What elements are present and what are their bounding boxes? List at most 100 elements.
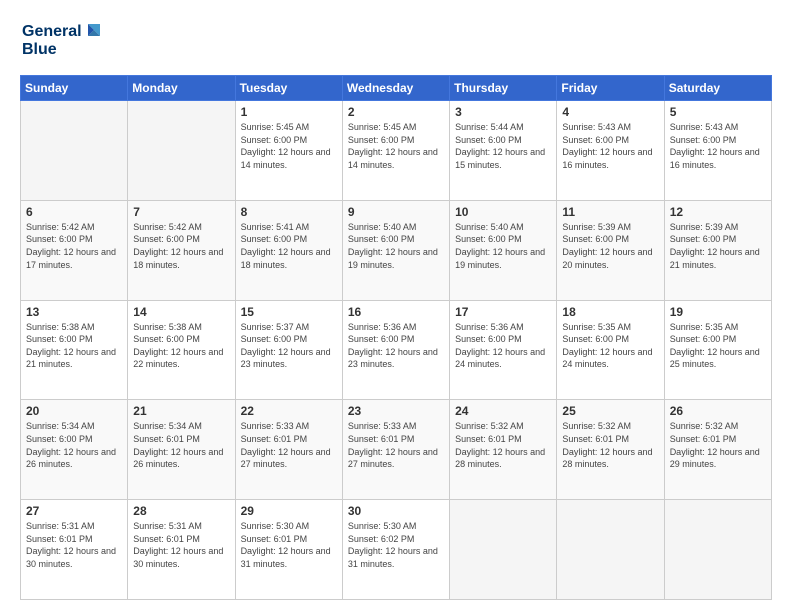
weekday-header-sunday: Sunday bbox=[21, 76, 128, 101]
day-info: Sunrise: 5:44 AM Sunset: 6:00 PM Dayligh… bbox=[455, 121, 551, 171]
day-number: 26 bbox=[670, 404, 766, 418]
calendar-cell: 25 Sunrise: 5:32 AM Sunset: 6:01 PM Dayli… bbox=[557, 400, 664, 500]
day-number: 5 bbox=[670, 105, 766, 119]
calendar-cell: 27 Sunrise: 5:31 AM Sunset: 6:01 PM Dayli… bbox=[21, 500, 128, 600]
day-number: 24 bbox=[455, 404, 551, 418]
day-number: 30 bbox=[348, 504, 444, 518]
calendar-cell: 10Sunrise: 5:40 AM Sunset: 6:00 PM Dayli… bbox=[450, 200, 557, 300]
day-number: 17 bbox=[455, 305, 551, 319]
day-info: Sunrise: 5:42 AM Sunset: 6:00 PM Dayligh… bbox=[26, 221, 122, 271]
calendar-cell: 5 Sunrise: 5:43 AM Sunset: 6:00 PM Daylig… bbox=[664, 101, 771, 201]
calendar-cell: 17 Sunrise: 5:36 AM Sunset: 6:00 PM Dayli… bbox=[450, 300, 557, 400]
weekday-header-thursday: Thursday bbox=[450, 76, 557, 101]
calendar-cell: 30 Sunrise: 5:30 AM Sunset: 6:02 PM Dayli… bbox=[342, 500, 449, 600]
day-number: 23 bbox=[348, 404, 444, 418]
day-info: Sunrise: 5:35 AM Sunset: 6:00 PM Dayligh… bbox=[562, 321, 658, 371]
calendar-cell: 16 Sunrise: 5:36 AM Sunset: 6:00 PM Dayli… bbox=[342, 300, 449, 400]
day-info: Sunrise: 5:31 AM Sunset: 6:01 PM Dayligh… bbox=[133, 520, 229, 570]
day-number: 12 bbox=[670, 205, 766, 219]
calendar-cell: 12Sunrise: 5:39 AM Sunset: 6:00 PM Dayli… bbox=[664, 200, 771, 300]
calendar-week-0: 1 Sunrise: 5:45 AM Sunset: 6:00 PM Daylig… bbox=[21, 101, 772, 201]
day-info: Sunrise: 5:43 AM Sunset: 6:00 PM Dayligh… bbox=[670, 121, 766, 171]
calendar-cell: 7 Sunrise: 5:42 AM Sunset: 6:00 PM Daylig… bbox=[128, 200, 235, 300]
day-number: 15 bbox=[241, 305, 337, 319]
day-info: Sunrise: 5:36 AM Sunset: 6:00 PM Dayligh… bbox=[348, 321, 444, 371]
day-number: 21 bbox=[133, 404, 229, 418]
day-info: Sunrise: 5:41 AM Sunset: 6:00 PM Dayligh… bbox=[241, 221, 337, 271]
calendar-cell: 23 Sunrise: 5:33 AM Sunset: 6:01 PM Dayli… bbox=[342, 400, 449, 500]
weekday-header-monday: Monday bbox=[128, 76, 235, 101]
calendar-cell: 4Sunrise: 5:43 AM Sunset: 6:00 PM Daylig… bbox=[557, 101, 664, 201]
day-info: Sunrise: 5:35 AM Sunset: 6:00 PM Dayligh… bbox=[670, 321, 766, 371]
calendar-table: SundayMondayTuesdayWednesdayThursdayFrid… bbox=[20, 75, 772, 600]
calendar-cell: 1 Sunrise: 5:45 AM Sunset: 6:00 PM Daylig… bbox=[235, 101, 342, 201]
day-info: Sunrise: 5:33 AM Sunset: 6:01 PM Dayligh… bbox=[348, 420, 444, 470]
calendar-cell: 3 Sunrise: 5:44 AM Sunset: 6:00 PM Daylig… bbox=[450, 101, 557, 201]
calendar-cell: 19 Sunrise: 5:35 AM Sunset: 6:00 PM Dayli… bbox=[664, 300, 771, 400]
calendar-cell: 24 Sunrise: 5:32 AM Sunset: 6:01 PM Dayli… bbox=[450, 400, 557, 500]
day-info: Sunrise: 5:45 AM Sunset: 6:00 PM Dayligh… bbox=[241, 121, 337, 171]
calendar-cell: 22 Sunrise: 5:33 AM Sunset: 6:01 PM Dayli… bbox=[235, 400, 342, 500]
calendar-cell: 13Sunrise: 5:38 AM Sunset: 6:00 PM Dayli… bbox=[21, 300, 128, 400]
day-info: Sunrise: 5:39 AM Sunset: 6:00 PM Dayligh… bbox=[562, 221, 658, 271]
calendar-cell: 9 Sunrise: 5:40 AM Sunset: 6:00 PM Daylig… bbox=[342, 200, 449, 300]
logo-icon: General Blue bbox=[20, 16, 110, 60]
day-info: Sunrise: 5:34 AM Sunset: 6:00 PM Dayligh… bbox=[26, 420, 122, 470]
day-number: 3 bbox=[455, 105, 551, 119]
day-info: Sunrise: 5:42 AM Sunset: 6:00 PM Dayligh… bbox=[133, 221, 229, 271]
day-info: Sunrise: 5:32 AM Sunset: 6:01 PM Dayligh… bbox=[670, 420, 766, 470]
calendar-cell: 18Sunrise: 5:35 AM Sunset: 6:00 PM Dayli… bbox=[557, 300, 664, 400]
day-info: Sunrise: 5:32 AM Sunset: 6:01 PM Dayligh… bbox=[562, 420, 658, 470]
day-number: 29 bbox=[241, 504, 337, 518]
calendar-week-4: 27 Sunrise: 5:31 AM Sunset: 6:01 PM Dayli… bbox=[21, 500, 772, 600]
calendar-cell: 15 Sunrise: 5:37 AM Sunset: 6:00 PM Dayli… bbox=[235, 300, 342, 400]
day-number: 16 bbox=[348, 305, 444, 319]
day-number: 19 bbox=[670, 305, 766, 319]
calendar-cell: 20 Sunrise: 5:34 AM Sunset: 6:00 PM Dayli… bbox=[21, 400, 128, 500]
calendar-cell bbox=[450, 500, 557, 600]
calendar-cell: 29Sunrise: 5:30 AM Sunset: 6:01 PM Dayli… bbox=[235, 500, 342, 600]
weekday-header-wednesday: Wednesday bbox=[342, 76, 449, 101]
page: General Blue SundayMondayTuesdayWednesda… bbox=[0, 0, 792, 612]
day-number: 11 bbox=[562, 205, 658, 219]
day-number: 27 bbox=[26, 504, 122, 518]
calendar-week-2: 13 Sunrise: 5:38 AM Sunset: 6:00 PM Dayli… bbox=[21, 300, 772, 400]
day-info: Sunrise: 5:31 AM Sunset: 6:01 PM Dayligh… bbox=[26, 520, 122, 570]
day-number: 6 bbox=[26, 205, 122, 219]
day-number: 10 bbox=[455, 205, 551, 219]
calendar-cell: 21 Sunrise: 5:34 AM Sunset: 6:01 PM Dayli… bbox=[128, 400, 235, 500]
day-number: 2 bbox=[348, 105, 444, 119]
day-number: 13 bbox=[26, 305, 122, 319]
day-number: 9 bbox=[348, 205, 444, 219]
day-info: Sunrise: 5:38 AM Sunset: 6:00 PM Dayligh… bbox=[133, 321, 229, 371]
calendar-cell: 28Sunrise: 5:31 AM Sunset: 6:01 PM Dayli… bbox=[128, 500, 235, 600]
calendar-cell: 26 Sunrise: 5:32 AM Sunset: 6:01 PM Dayli… bbox=[664, 400, 771, 500]
calendar-cell: 14 Sunrise: 5:38 AM Sunset: 6:00 PM Dayli… bbox=[128, 300, 235, 400]
calendar-cell bbox=[128, 101, 235, 201]
weekday-header-saturday: Saturday bbox=[664, 76, 771, 101]
day-info: Sunrise: 5:36 AM Sunset: 6:00 PM Dayligh… bbox=[455, 321, 551, 371]
day-number: 14 bbox=[133, 305, 229, 319]
weekday-header-friday: Friday bbox=[557, 76, 664, 101]
day-number: 7 bbox=[133, 205, 229, 219]
day-info: Sunrise: 5:40 AM Sunset: 6:00 PM Dayligh… bbox=[348, 221, 444, 271]
calendar-week-1: 6 Sunrise: 5:42 AM Sunset: 6:00 PM Daylig… bbox=[21, 200, 772, 300]
day-info: Sunrise: 5:34 AM Sunset: 6:01 PM Dayligh… bbox=[133, 420, 229, 470]
calendar-cell bbox=[21, 101, 128, 201]
day-number: 1 bbox=[241, 105, 337, 119]
header: General Blue bbox=[20, 16, 772, 65]
day-info: Sunrise: 5:32 AM Sunset: 6:01 PM Dayligh… bbox=[455, 420, 551, 470]
calendar-cell bbox=[664, 500, 771, 600]
day-info: Sunrise: 5:37 AM Sunset: 6:00 PM Dayligh… bbox=[241, 321, 337, 371]
logo: General Blue bbox=[20, 16, 110, 65]
day-info: Sunrise: 5:45 AM Sunset: 6:00 PM Dayligh… bbox=[348, 121, 444, 171]
calendar-cell bbox=[557, 500, 664, 600]
weekday-header-tuesday: Tuesday bbox=[235, 76, 342, 101]
day-number: 25 bbox=[562, 404, 658, 418]
day-info: Sunrise: 5:30 AM Sunset: 6:02 PM Dayligh… bbox=[348, 520, 444, 570]
svg-text:General: General bbox=[22, 23, 82, 40]
day-number: 22 bbox=[241, 404, 337, 418]
calendar-cell: 6 Sunrise: 5:42 AM Sunset: 6:00 PM Daylig… bbox=[21, 200, 128, 300]
day-info: Sunrise: 5:33 AM Sunset: 6:01 PM Dayligh… bbox=[241, 420, 337, 470]
day-number: 20 bbox=[26, 404, 122, 418]
